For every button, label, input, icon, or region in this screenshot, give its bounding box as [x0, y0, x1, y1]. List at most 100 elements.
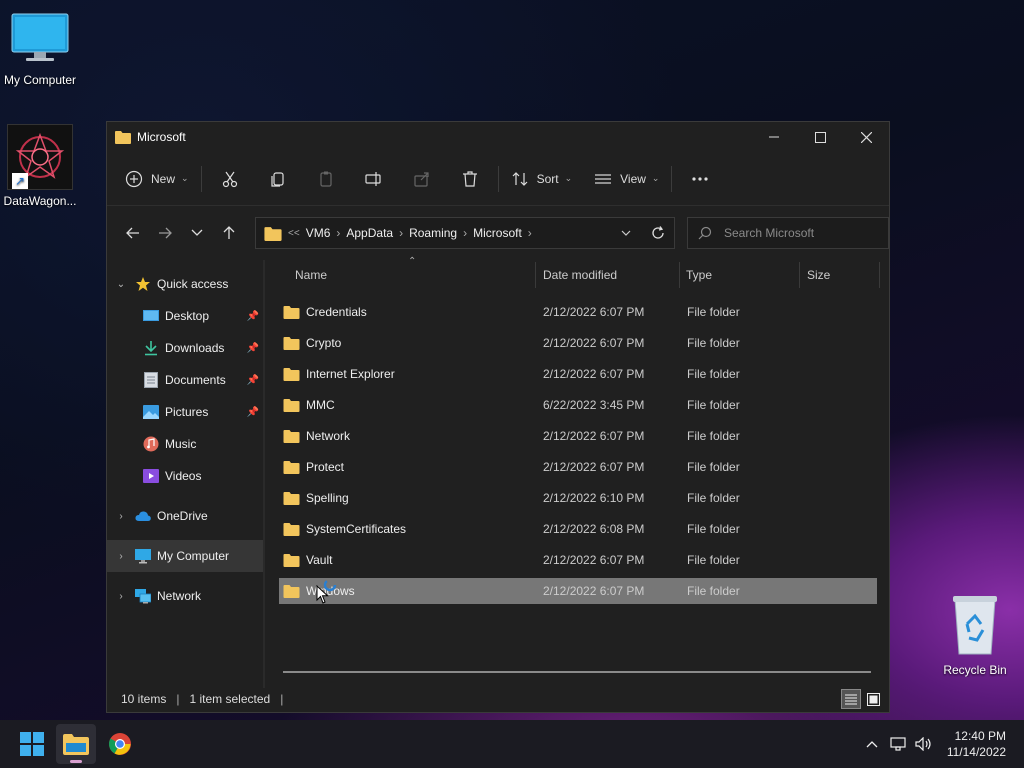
search-input[interactable] [724, 226, 874, 240]
file-name-cell: SystemCertificates [283, 522, 406, 536]
sort-button[interactable]: Sort ⌄ [503, 163, 581, 195]
file-row[interactable]: Internet Explorer 2/12/2022 6:07 PM File f… [279, 361, 877, 387]
column-divider[interactable] [679, 262, 680, 288]
chevron-right-icon[interactable]: › [113, 511, 129, 522]
system-tray: 12:40 PM 11/14/2022 [859, 728, 1024, 760]
chevron-right-icon[interactable]: › [113, 551, 129, 562]
column-header-size[interactable]: Size [807, 260, 879, 290]
network-status-button[interactable] [885, 737, 911, 751]
folder-icon [283, 585, 300, 598]
breadcrumb-microsoft[interactable]: Microsoft [473, 226, 522, 240]
file-row[interactable]: Spelling 2/12/2022 6:10 PM File folder [279, 485, 877, 511]
paste-button[interactable] [302, 163, 350, 195]
close-button[interactable] [843, 122, 889, 152]
file-name-cell: Spelling [283, 491, 349, 505]
chevron-right-icon[interactable]: › [113, 591, 129, 602]
breadcrumb-vm6[interactable]: VM6 [306, 226, 331, 240]
desktop-icon-label: DataWagon... [3, 194, 77, 208]
file-name: SystemCertificates [306, 522, 407, 536]
address-bar[interactable]: << VM6 › AppData › Roaming › Microsoft › [255, 217, 675, 249]
desktop-icon-datawagon[interactable]: ↗ DataWagon... [0, 124, 80, 208]
chevron-up-icon [866, 741, 878, 748]
address-history-button[interactable] [610, 217, 642, 249]
file-row[interactable]: Credentials 2/12/2022 6:07 PM File folder [279, 299, 877, 325]
file-row[interactable]: Protect 2/12/2022 6:07 PM File folder [279, 454, 877, 480]
column-divider[interactable] [879, 262, 880, 288]
breadcrumb-appdata[interactable]: AppData [346, 226, 393, 240]
breadcrumb-separator-icon[interactable]: › [463, 226, 467, 240]
rename-button[interactable] [350, 163, 398, 195]
breadcrumb-separator-icon[interactable]: › [528, 226, 532, 240]
status-divider: | [280, 692, 284, 706]
maximize-button[interactable] [797, 122, 843, 152]
sidebar-item-pictures[interactable]: Pictures 📌 [107, 396, 263, 428]
breadcrumb-separator-icon[interactable]: › [336, 226, 340, 240]
back-button[interactable] [117, 217, 149, 249]
arrow-up-icon [223, 226, 235, 239]
folder-icon [283, 492, 300, 505]
recent-locations-button[interactable] [181, 217, 213, 249]
sidebar-item-my-computer[interactable]: › My Computer [107, 540, 263, 572]
toolbar-divider [200, 165, 202, 192]
clock-time: 12:40 PM [954, 729, 1006, 743]
chevron-down-icon[interactable]: ⌄ [113, 279, 129, 290]
taskbar-file-explorer[interactable] [56, 724, 96, 764]
file-row[interactable]: Windows 2/12/2022 6:07 PM File folder [279, 578, 877, 604]
forward-button[interactable] [149, 217, 181, 249]
delete-button[interactable] [446, 163, 494, 195]
column-header-date[interactable]: Date modified [543, 260, 679, 290]
sidebar-item-quick-access[interactable]: ⌄ Quick access [107, 268, 263, 300]
new-button[interactable]: New ⌄ [119, 163, 197, 195]
file-row[interactable]: Crypto 2/12/2022 6:07 PM File folder [279, 330, 877, 356]
minimize-button[interactable] [751, 122, 797, 152]
volume-button[interactable] [911, 737, 937, 751]
column-header-type[interactable]: Type [686, 260, 798, 290]
sidebar-item-music[interactable]: Music [107, 428, 263, 460]
column-header-label: Name [295, 268, 328, 282]
sidebar-item-downloads[interactable]: Downloads 📌 [107, 332, 263, 364]
sort-button-label: Sort [536, 171, 559, 186]
file-type: File folder [687, 429, 740, 443]
taskbar-clock[interactable]: 12:40 PM 11/14/2022 [947, 728, 1006, 760]
title-bar[interactable]: Microsoft [107, 122, 889, 152]
more-options-button[interactable] [676, 163, 724, 195]
explorer-body: ⌄ Quick access Desktop 📌 Downloads 📌 Doc… [107, 256, 889, 688]
breadcrumb-separator-icon[interactable]: › [399, 226, 403, 240]
file-name-cell: Network [283, 429, 350, 443]
view-button[interactable]: View ⌄ [586, 163, 667, 195]
pictures-icon [143, 404, 159, 420]
search-box[interactable] [687, 217, 889, 249]
desktop-icon-recycle-bin[interactable]: Recycle Bin [935, 594, 1015, 677]
column-divider[interactable] [799, 262, 800, 288]
desktop-icon-my-computer[interactable]: My Computer [0, 12, 80, 87]
start-button[interactable] [12, 724, 52, 764]
taskbar-chrome[interactable] [100, 724, 140, 764]
file-row[interactable]: MMC 6/22/2022 3:45 PM File folder [279, 392, 877, 418]
file-row[interactable]: Network 2/12/2022 6:07 PM File folder [279, 423, 877, 449]
copy-button[interactable] [254, 163, 302, 195]
breadcrumb-roaming[interactable]: Roaming [409, 226, 457, 240]
large-icons-view-button[interactable] [863, 689, 883, 709]
chevron-down-icon: ⌄ [651, 173, 660, 183]
up-button[interactable] [213, 217, 245, 249]
sidebar-item-documents[interactable]: Documents 📌 [107, 364, 263, 396]
windows-logo-icon [20, 732, 44, 756]
cut-button[interactable] [206, 163, 254, 195]
horizontal-scrollbar[interactable] [283, 671, 871, 673]
details-view-button[interactable] [841, 689, 861, 709]
refresh-icon [652, 226, 664, 239]
sidebar-item-onedrive[interactable]: › OneDrive [107, 500, 263, 532]
file-row[interactable]: Vault 2/12/2022 6:07 PM File folder [279, 547, 877, 573]
show-hidden-icons-button[interactable] [859, 740, 885, 748]
file-row[interactable]: SystemCertificates 2/12/2022 6:08 PM File … [279, 516, 877, 542]
sidebar-item-desktop[interactable]: Desktop 📌 [107, 300, 263, 332]
sidebar-item-videos[interactable]: Videos [107, 460, 263, 492]
refresh-button[interactable] [642, 217, 674, 249]
column-divider[interactable] [535, 262, 536, 288]
column-header-name[interactable]: Name [295, 260, 535, 290]
sidebar-item-network[interactable]: › Network [107, 580, 263, 612]
column-header-label: Type [686, 268, 713, 282]
address-overflow[interactable]: << [288, 228, 300, 239]
computer-icon [11, 13, 69, 61]
share-button[interactable] [398, 163, 446, 195]
